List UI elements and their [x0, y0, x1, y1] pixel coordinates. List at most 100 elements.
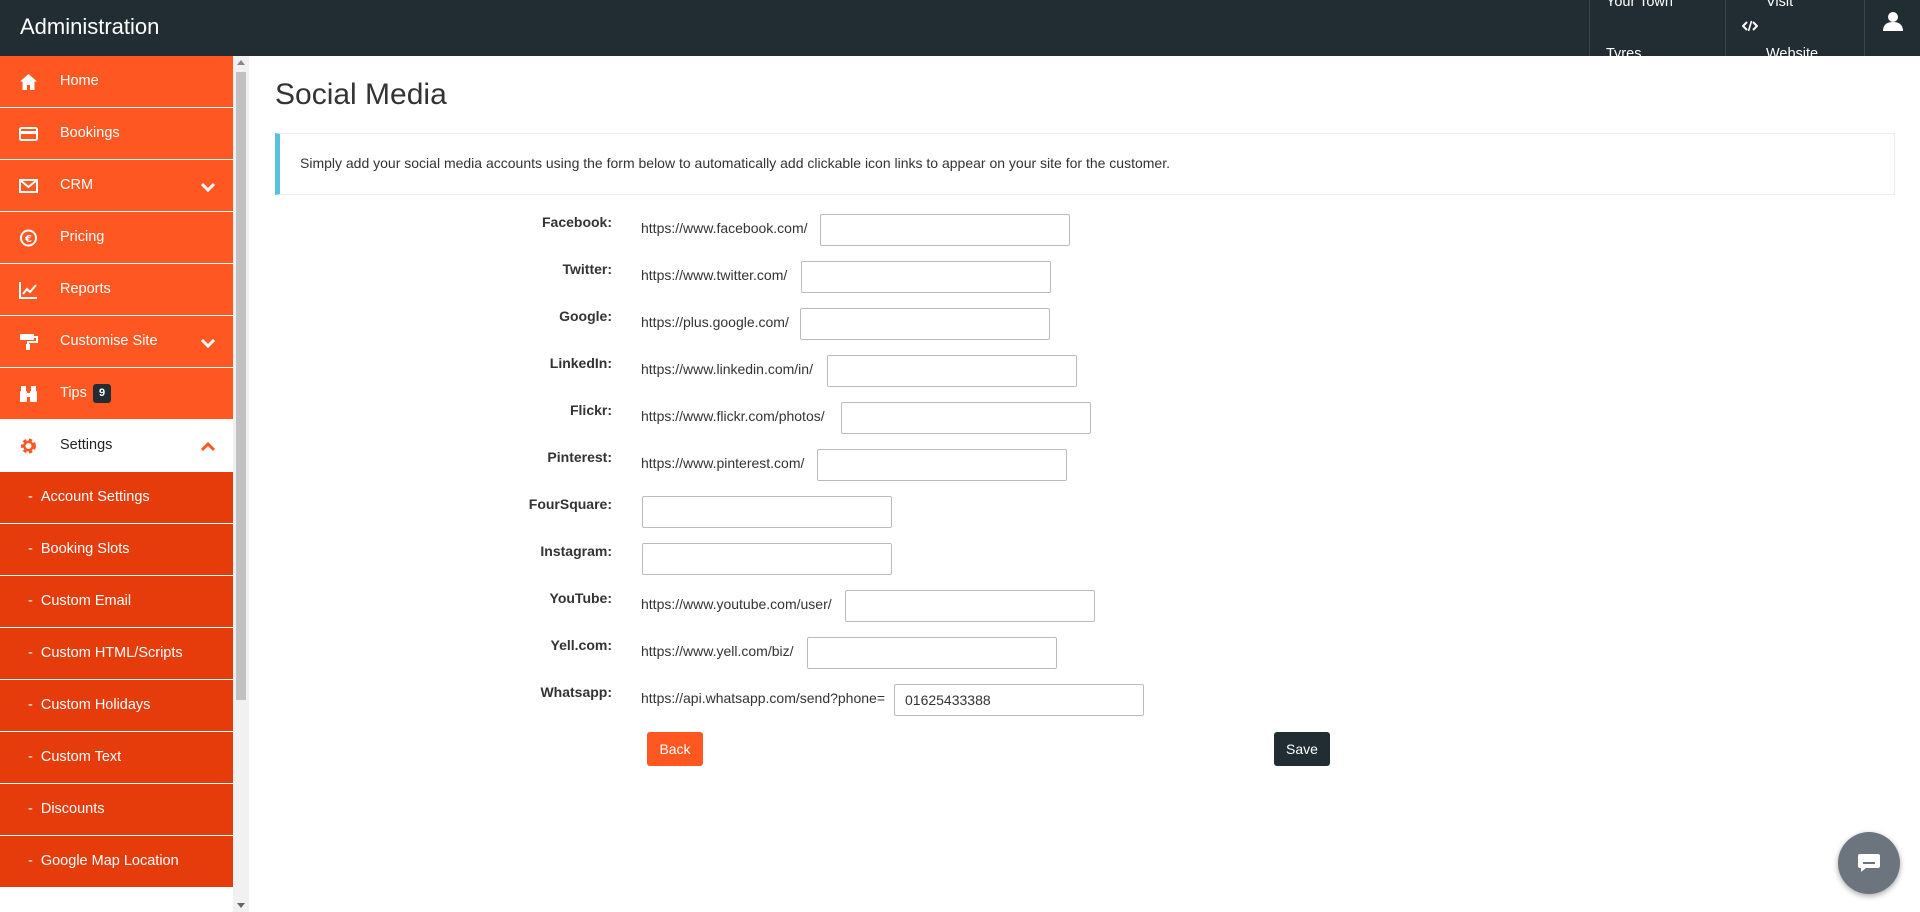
sidebar-item-bookings[interactable]: Bookings: [0, 108, 233, 160]
shop-name-link[interactable]: Your Town Tyres: [1589, 0, 1725, 62]
pinterest-prefix: https://www.pinterest.com/: [641, 455, 805, 471]
sidebar-subitem-google-map-location[interactable]: - Google Map Location: [0, 836, 233, 888]
sidebar-subitem-custom-email[interactable]: - Custom Email: [0, 576, 233, 628]
sidebar-subitem-label: Account Settings: [40, 489, 150, 505]
euro-icon: €: [19, 229, 38, 247]
sidebar-item-label: Tips: [60, 385, 87, 401]
shop-name-label: Your Town Tyres: [1606, 0, 1673, 62]
yell-row: Yell.com: https://www.yell.com/biz/: [500, 637, 1200, 671]
instagram-input[interactable]: [642, 543, 892, 575]
sidebar-item-label: CRM: [60, 177, 94, 193]
svg-text:€: €: [24, 234, 32, 245]
code-icon: [1741, 2, 1759, 54]
sidebar-item-customise-site[interactable]: Customise Site: [0, 316, 233, 368]
scroll-down-arrow-icon[interactable]: [237, 903, 245, 908]
envelope-icon: [19, 177, 38, 195]
dash: -: [28, 801, 33, 817]
visit-website-link[interactable]: Visit Website: [1725, 0, 1864, 62]
whatsapp-input[interactable]: [894, 684, 1144, 716]
chevron-down-icon: [200, 180, 216, 193]
sidebar-item-settings[interactable]: Settings: [0, 420, 233, 472]
facebook-label: Facebook:: [541, 214, 612, 230]
yell-label: Yell.com:: [550, 637, 612, 653]
dash: -: [28, 697, 33, 713]
flickr-label: Flickr:: [569, 402, 612, 418]
sidebar-subitem-label: Custom HTML/Scripts: [40, 645, 183, 661]
dash: -: [28, 853, 33, 869]
user-icon: [1882, 2, 1904, 54]
google-input[interactable]: [800, 308, 1050, 340]
facebook-input[interactable]: [820, 214, 1070, 246]
chat-icon: [1858, 854, 1880, 872]
info-callout: Simply add your social media accounts us…: [275, 133, 1895, 195]
flickr-prefix: https://www.flickr.com/photos/: [641, 408, 825, 424]
youtube-prefix: https://www.youtube.com/user/: [641, 596, 832, 612]
binoculars-icon: [19, 385, 38, 403]
facebook-prefix: https://www.facebook.com/: [641, 220, 808, 236]
sidebar-subitem-booking-slots[interactable]: - Booking Slots: [0, 524, 233, 576]
twitter-row: Twitter: https://www.twitter.com/: [500, 261, 1200, 295]
home-icon: [19, 73, 38, 91]
dash: -: [28, 749, 33, 765]
visit-website-label: Visit Website: [1766, 0, 1819, 62]
chat-widget-button[interactable]: [1838, 832, 1900, 894]
dash: -: [28, 541, 33, 557]
info-text: Simply add your social media accounts us…: [300, 155, 1170, 171]
sidebar: Home Bookings CRM € Pricing Reports Cust…: [0, 56, 233, 912]
foursquare-row: FourSquare:: [500, 496, 1200, 530]
google-label: Google:: [559, 308, 612, 324]
sidebar-subitem-label: Google Map Location: [40, 853, 179, 869]
chart-line-icon: [19, 281, 38, 299]
pinterest-input[interactable]: [817, 449, 1067, 481]
twitter-prefix: https://www.twitter.com/: [641, 267, 788, 283]
sidebar-item-label: Pricing: [60, 229, 105, 245]
twitter-label: Twitter:: [562, 261, 612, 277]
tips-count-badge: 9: [93, 384, 112, 403]
youtube-input[interactable]: [845, 590, 1095, 622]
dash: -: [28, 645, 33, 661]
sidebar-scrollbar[interactable]: [233, 56, 249, 912]
scrollbar-thumb[interactable]: [236, 72, 246, 700]
sidebar-item-label: Settings: [60, 437, 113, 453]
yell-input[interactable]: [807, 637, 1057, 669]
linkedin-row: LinkedIn: https://www.linkedin.com/in/: [500, 355, 1200, 389]
sidebar-subitem-custom-holidays[interactable]: - Custom Holidays: [0, 680, 233, 732]
chevron-down-icon: [200, 336, 216, 349]
sidebar-subitem-custom-html-scripts[interactable]: - Custom HTML/Scripts: [0, 628, 233, 680]
app-title[interactable]: Administration: [20, 0, 159, 56]
back-button[interactable]: Back: [647, 732, 703, 766]
foursquare-label: FourSquare:: [528, 496, 612, 512]
linkedin-label: LinkedIn:: [549, 355, 612, 371]
twitter-input[interactable]: [801, 261, 1051, 293]
whatsapp-prefix: https://api.whatsapp.com/send?phone=: [641, 690, 886, 706]
youtube-row: YouTube: https://www.youtube.com/user/: [500, 590, 1200, 624]
pinterest-label: Pinterest:: [547, 449, 612, 465]
sidebar-item-label: Reports: [60, 281, 111, 297]
linkedin-prefix: https://www.linkedin.com/in/: [641, 361, 813, 377]
whatsapp-row: Whatsapp: https://api.whatsapp.com/send?…: [500, 684, 1200, 718]
sidebar-subitem-label: Booking Slots: [40, 541, 130, 557]
linkedin-input[interactable]: [827, 355, 1077, 387]
sidebar-subitem-custom-text[interactable]: - Custom Text: [0, 732, 233, 784]
sidebar-item-reports[interactable]: Reports: [0, 264, 233, 316]
yell-prefix: https://www.yell.com/biz/: [641, 643, 794, 659]
sidebar-item-label: Customise Site: [60, 333, 158, 349]
scroll-up-arrow-icon[interactable]: [237, 60, 245, 65]
sidebar-subitem-account-settings[interactable]: - Account Settings: [0, 472, 233, 524]
sidebar-subitem-label: Discounts: [40, 801, 105, 817]
user-menu-button[interactable]: [1864, 0, 1920, 56]
sidebar-item-home[interactable]: Home: [0, 56, 233, 108]
top-bar: Administration Your Town Tyres Visit Web…: [0, 0, 1920, 62]
paint-roller-icon: [19, 333, 38, 351]
flickr-row: Flickr: https://www.flickr.com/photos/: [500, 402, 1200, 436]
sidebar-subitem-label: Custom Email: [40, 593, 132, 609]
save-button[interactable]: Save: [1274, 732, 1330, 766]
sidebar-item-crm[interactable]: CRM: [0, 160, 233, 212]
flickr-input[interactable]: [841, 402, 1091, 434]
instagram-label: Instagram:: [540, 543, 612, 559]
google-prefix: https://plus.google.com/: [641, 314, 789, 330]
sidebar-subitem-discounts[interactable]: - Discounts: [0, 784, 233, 836]
sidebar-item-tips[interactable]: Tips 9: [0, 368, 233, 420]
sidebar-item-pricing[interactable]: € Pricing: [0, 212, 233, 264]
foursquare-input[interactable]: [642, 496, 892, 528]
